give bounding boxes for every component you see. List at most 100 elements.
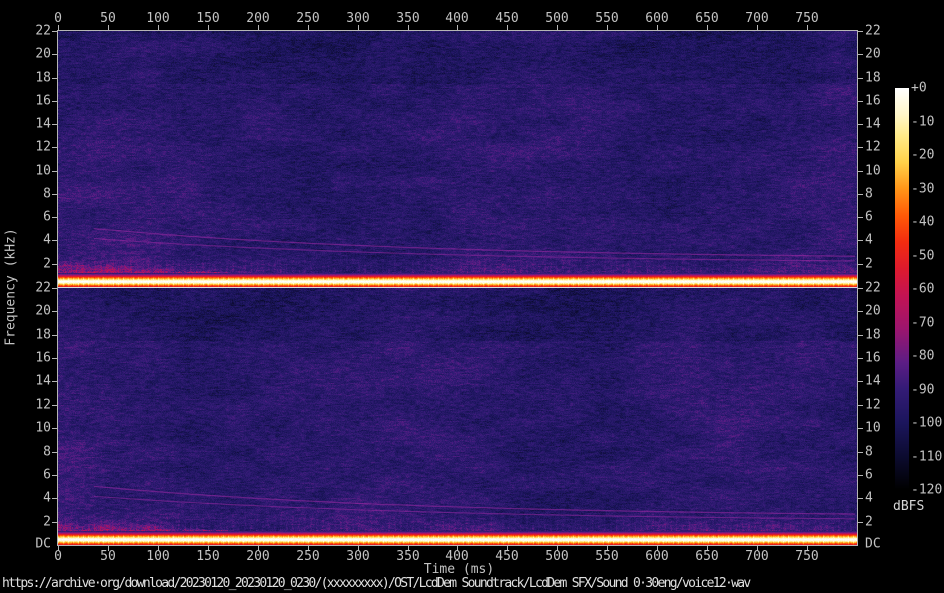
time-tick-label-bottom: 250 [296,549,320,564]
time-tick-label-bottom: 500 [545,549,569,564]
freq-tick-label-right: 6 [865,209,873,225]
freq-tick-label-right: 14 [865,373,881,389]
freq-tick-label-right: 8 [865,186,873,202]
colorbar-tick-label: -40 [911,214,935,230]
spectrogram-canvas [58,31,857,545]
ruler-top [57,30,858,31]
freq-tick-right [858,498,863,499]
time-tick-label-top: 300 [346,11,370,26]
freq-tick-left [52,311,57,312]
time-tick-label-top: 500 [545,11,569,26]
time-tick-label-top: 400 [445,11,469,26]
time-tick-label-top: 50 [100,11,116,26]
freq-tick-right [858,475,863,476]
freq-tick-label-left: 8 [43,186,51,202]
freq-tick-label-left: 10 [35,163,51,179]
file-path-text: https://archive·org/download/20230120_20… [2,576,751,591]
freq-tick-right [858,311,863,312]
freq-tick-label-left: 14 [35,116,51,132]
freq-tick-left [52,147,57,148]
time-tick-label-top: 700 [745,11,769,26]
freq-tick-left [52,498,57,499]
colorbar-tick-label: -110 [911,449,943,465]
colorbar-tick-label: -10 [911,114,935,130]
freq-tick-label-left: 16 [35,93,51,109]
freq-tick-label-right: 20 [865,46,881,62]
freq-tick-right [858,240,863,241]
freq-tick-label-right: 16 [865,350,881,366]
time-tick-label-top: 150 [196,11,220,26]
freq-tick-left [52,358,57,359]
freq-tick-left [52,475,57,476]
freq-tick-right [858,405,863,406]
freq-tick-label-right: 14 [865,116,881,132]
ruler-left [57,30,58,546]
freq-tick-label-right: 18 [865,327,881,343]
freq-tick-left [52,101,57,102]
freq-tick-label-right: 6 [865,467,873,483]
time-tick-label-bottom: 600 [645,549,669,564]
freq-tick-right [858,78,863,79]
freq-tick-label-left: 22 [35,280,51,296]
freq-tick-label-left: 12 [35,139,51,155]
freq-tick-label-left: 12 [35,397,51,413]
freq-tick-right [858,264,863,265]
freq-tick-right [858,31,863,32]
freq-tick-label-left: 4 [43,490,51,506]
time-tick-label-top: 250 [296,11,320,26]
freq-tick-right [858,147,863,148]
freq-tick-right [858,54,863,55]
freq-tick-left [52,194,57,195]
time-tick-label-bottom: 400 [445,549,469,564]
freq-tick-left [52,522,57,523]
freq-tick-left [52,405,57,406]
colorbar-tick-label: -80 [911,348,935,364]
freq-tick-label-right: 4 [865,490,873,506]
freq-tick-label-left: 2 [43,256,51,272]
time-axis-title: Time (ms) [423,562,495,577]
freq-tick-label-right: 12 [865,397,881,413]
freq-tick-right [858,171,863,172]
time-tick-label-top: 650 [695,11,719,26]
freq-tick-label-right: 18 [865,70,881,86]
time-tick-label-bottom: 200 [246,549,270,564]
freq-tick-right [858,217,863,218]
freq-tick-left [52,217,57,218]
freq-tick-label-right: 12 [865,139,881,155]
freq-tick-label-right: 16 [865,93,881,109]
freq-tick-label-left: 2 [43,514,51,530]
freq-tick-right [858,288,863,289]
freq-tick-label-left: 10 [35,420,51,436]
freq-tick-label-left: 16 [35,350,51,366]
colorbar-tick-label: -120 [911,482,943,498]
colorbar-tick-label: -70 [911,315,935,331]
freq-tick-left [52,452,57,453]
time-tick-label-bottom: 50 [100,549,116,564]
time-tick-label-bottom: 300 [346,549,370,564]
freq-tick-label-right: 8 [865,444,873,460]
time-tick-label-bottom: 100 [146,549,170,564]
freq-dc-label-right: DC [865,536,881,552]
time-tick-label-top: 750 [795,11,819,26]
channel-separator-line [58,287,857,288]
time-tick-label-top: 550 [595,11,619,26]
freq-axis-title: Frequency (kHz) [3,228,19,346]
freq-tick-left [52,264,57,265]
freq-tick-label-left: 6 [43,209,51,225]
freq-tick-left [52,335,57,336]
time-tick-label-top: 200 [246,11,270,26]
freq-tick-left [52,288,57,289]
freq-tick-left [52,381,57,382]
freq-tick-right [858,358,863,359]
time-tick-label-bottom: 350 [396,549,420,564]
time-tick-label-top: 450 [495,11,519,26]
freq-tick-label-left: 14 [35,373,51,389]
time-tick-label-bottom: 0 [54,549,62,564]
time-tick-label-top: 100 [146,11,170,26]
freq-tick-label-left: 18 [35,327,51,343]
freq-tick-label-left: 8 [43,444,51,460]
time-tick-label-bottom: 150 [196,549,220,564]
freq-tick-left [52,54,57,55]
freq-tick-right [858,124,863,125]
freq-tick-left [52,240,57,241]
